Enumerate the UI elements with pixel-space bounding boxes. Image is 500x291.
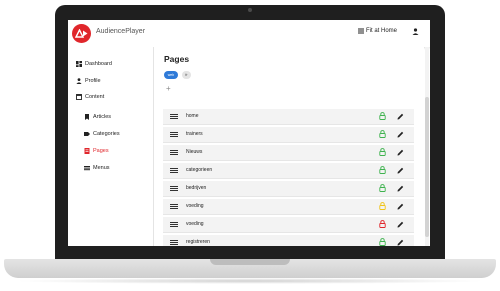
main-content: Pages web fr + home trainers Nieuws cate…	[154, 47, 424, 246]
drag-handle-icon[interactable]	[170, 186, 178, 191]
edit-icon[interactable]	[397, 239, 404, 246]
sidebar-item-content[interactable]: Content	[76, 94, 104, 100]
edit-icon[interactable]	[397, 203, 404, 210]
table-row[interactable]: categorieen	[163, 163, 414, 179]
table-row[interactable]: bedrijven	[163, 181, 414, 197]
sidebar-item-categories[interactable]: Categories	[84, 131, 120, 137]
lock-icon[interactable]	[379, 130, 386, 138]
add-page-button[interactable]: +	[166, 84, 171, 93]
lock-icon[interactable]	[379, 148, 386, 156]
edit-icon[interactable]	[397, 131, 404, 138]
sidebar-item-label: Dashboard	[85, 61, 112, 67]
account-switcher[interactable]: Fit at Home	[358, 28, 397, 34]
lock-icon[interactable]	[379, 220, 386, 228]
edit-icon[interactable]	[397, 113, 404, 120]
top-bar: AudiencePlayer Fit at Home	[68, 20, 430, 47]
account-name: Fit at Home	[366, 28, 398, 34]
page-title: Pages	[164, 54, 190, 64]
table-row[interactable]: voeding	[163, 199, 414, 215]
sidebar-item-label: Categories	[93, 131, 120, 137]
page-name: bedrijven	[186, 185, 207, 191]
edit-icon[interactable]	[397, 167, 404, 174]
page-name: registreren	[186, 239, 210, 245]
table-row[interactable]: home	[163, 109, 414, 125]
drag-handle-icon[interactable]	[170, 132, 178, 137]
edit-icon[interactable]	[397, 149, 404, 156]
sidebar-item-menus[interactable]: Menus	[84, 165, 110, 171]
lock-icon[interactable]	[379, 202, 386, 210]
lock-icon[interactable]	[379, 238, 386, 246]
brand-name: AudiencePlayer	[96, 28, 146, 35]
webcam	[248, 8, 252, 12]
drag-handle-icon[interactable]	[170, 114, 178, 119]
sidebar-item-label: Pages	[93, 148, 109, 154]
page-name: categorieen	[186, 167, 213, 173]
table-row[interactable]: Nieuws	[163, 145, 414, 161]
page-name: trainers	[186, 131, 203, 137]
scrollbar[interactable]	[425, 47, 429, 246]
page-name: voeding	[186, 221, 204, 227]
list-icon	[358, 28, 364, 34]
sidebar-item-pages[interactable]: Pages	[84, 148, 109, 154]
table-row[interactable]: voeding	[163, 217, 414, 233]
language-tab-fr[interactable]: fr	[182, 71, 191, 79]
person-icon	[76, 78, 82, 84]
edit-icon[interactable]	[397, 185, 404, 192]
content-icon	[76, 94, 82, 100]
sidebar-item-profile[interactable]: Profile	[76, 78, 101, 84]
drag-handle-icon[interactable]	[170, 204, 178, 209]
audienceplayer-logo[interactable]	[72, 24, 91, 43]
lock-icon[interactable]	[379, 166, 386, 174]
laptop-shadow	[14, 278, 486, 284]
scrollbar-thumb[interactable]	[425, 97, 429, 237]
page-name: home	[186, 113, 199, 119]
laptop-base-notch	[210, 259, 290, 265]
sidebar-item-articles[interactable]: Articles	[84, 114, 111, 120]
lock-icon[interactable]	[379, 184, 386, 192]
label-icon	[84, 132, 90, 136]
page-icon	[84, 148, 90, 154]
drag-handle-icon[interactable]	[170, 240, 178, 245]
sidebar-item-label: Profile	[85, 78, 101, 84]
bookmark-icon	[85, 114, 89, 120]
table-row[interactable]: trainers	[163, 127, 414, 143]
lock-icon[interactable]	[379, 112, 386, 120]
table-row[interactable]: registreren	[163, 235, 414, 246]
drag-handle-icon[interactable]	[170, 168, 178, 173]
sidebar: Dashboard Profile Content Articles Categ…	[68, 47, 154, 246]
page-name: voeding	[186, 203, 204, 209]
sidebar-item-label: Content	[85, 94, 105, 100]
user-icon[interactable]	[412, 28, 419, 35]
sidebar-item-label: Articles	[93, 114, 112, 120]
page-name: Nieuws	[186, 149, 203, 155]
edit-icon[interactable]	[397, 221, 404, 228]
drag-handle-icon[interactable]	[170, 150, 178, 155]
app-screen: AudiencePlayer Fit at Home Dashboard Pro…	[68, 20, 430, 246]
drag-handle-icon[interactable]	[170, 222, 178, 227]
language-tab-web[interactable]: web	[164, 71, 178, 79]
dashboard-icon	[76, 61, 82, 67]
menu-icon	[84, 166, 90, 171]
sidebar-item-label: Menus	[93, 165, 110, 171]
sidebar-item-dashboard[interactable]: Dashboard	[76, 61, 112, 67]
